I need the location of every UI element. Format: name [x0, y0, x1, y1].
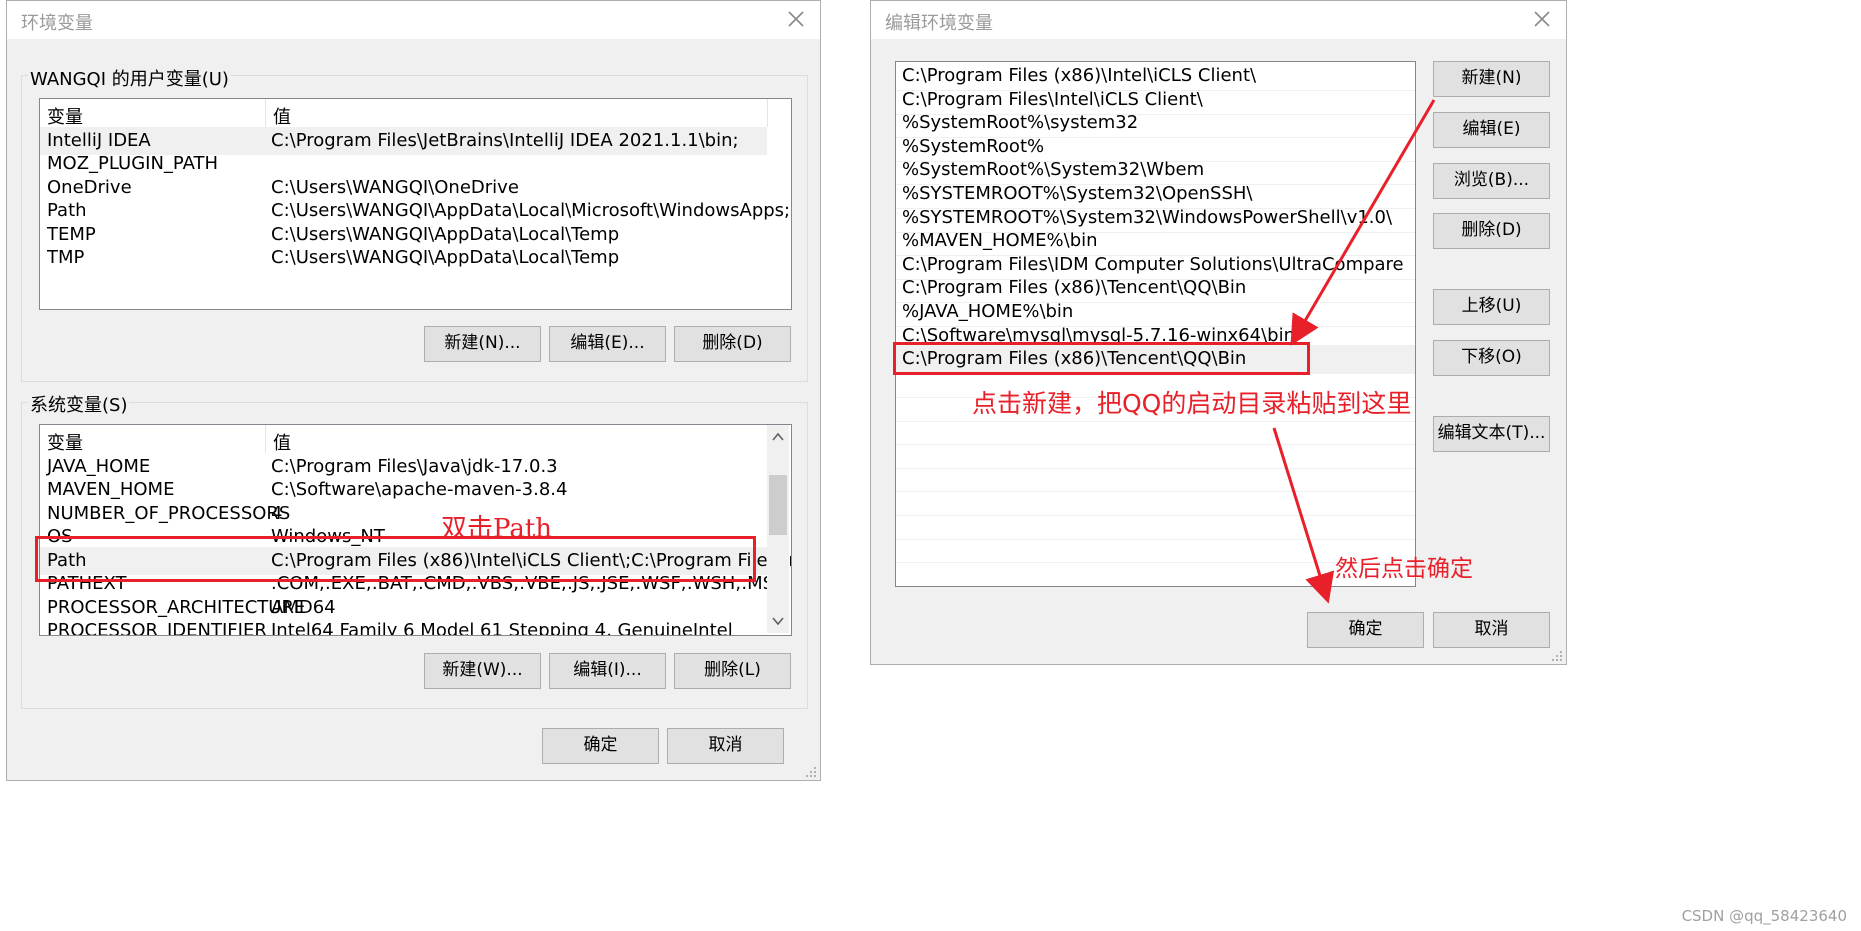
- var-name: NUMBER_OF_PROCESSORS: [47, 503, 291, 524]
- var-value: AMD64: [271, 597, 336, 618]
- ok-button[interactable]: 确定: [1307, 612, 1424, 648]
- scroll-down-icon[interactable]: [767, 609, 789, 633]
- user-var-row[interactable]: TMP C:\Users\WANGQI\AppData\Local\Temp: [40, 244, 767, 272]
- var-name: TMP: [47, 247, 85, 268]
- system-new-button[interactable]: 新建(W)...: [424, 653, 541, 689]
- user-vars-list[interactable]: 变量 值 IntelliJ IDEA C:\Program Files\JetB…: [39, 98, 792, 310]
- user-vars-header: 变量 值: [40, 99, 791, 129]
- var-value: C:\Users\WANGQI\OneDrive: [271, 177, 519, 198]
- ok-button[interactable]: 确定: [542, 728, 659, 764]
- column-name-header[interactable]: 变量: [47, 103, 83, 129]
- user-delete-button[interactable]: 删除(D): [674, 326, 791, 362]
- user-new-button[interactable]: 新建(N)...: [424, 326, 541, 362]
- new-entry-button[interactable]: 新建(N): [1433, 61, 1550, 97]
- system-vars-list[interactable]: 变量 值 JAVA_HOME C:\Program Files\Java\jdk…: [39, 424, 792, 636]
- var-value: C:\Users\WANGQI\AppData\Local\Temp: [271, 247, 620, 268]
- var-value: C:\Users\WANGQI\AppData\Local\Temp: [271, 224, 620, 245]
- edit-text-button[interactable]: 编辑文本(T)...: [1433, 416, 1550, 452]
- new-entry-highlight: [893, 342, 1310, 375]
- system-var-row[interactable]: PROCESSOR_IDENTIFIER Intel64 Family 6 Mo…: [40, 617, 767, 636]
- delete-entry-button[interactable]: 删除(D): [1433, 213, 1550, 249]
- resize-grip-icon[interactable]: [804, 764, 818, 778]
- close-icon[interactable]: [784, 7, 808, 31]
- var-value: 4: [271, 503, 283, 524]
- var-name: Path: [47, 200, 87, 221]
- var-value: C:\Users\WANGQI\AppData\Local\Microsoft\…: [271, 200, 791, 221]
- var-name: PROCESSOR_ARCHITECTURE: [47, 597, 306, 618]
- system-edit-button[interactable]: 编辑(I)...: [549, 653, 666, 689]
- var-name: TEMP: [47, 224, 96, 245]
- var-value: Intel64 Family 6 Model 61 Stepping 4, Ge…: [271, 620, 733, 636]
- column-value-header[interactable]: 值: [273, 429, 291, 455]
- var-value: C:\Software\apache-maven-3.8.4: [271, 479, 568, 500]
- click-new-annotation: 点击新建，把QQ的启动目录粘贴到这里: [972, 389, 1412, 418]
- var-value: C:\Program Files\JetBrains\IntelliJ IDEA…: [271, 130, 739, 151]
- resize-grip-icon[interactable]: [1550, 648, 1564, 662]
- env-vars-title: 环境变量: [21, 13, 93, 34]
- var-value: C:\Program Files\Java\jdk-17.0.3: [271, 456, 558, 477]
- double-click-path-annotation: 双击Path: [441, 514, 553, 544]
- env-vars-titlebar: 环境变量: [7, 1, 820, 39]
- path-entries-list[interactable]: C:\Program Files (x86)\Intel\iCLS Client…: [895, 61, 1416, 587]
- cancel-button[interactable]: 取消: [667, 728, 784, 764]
- browse-button[interactable]: 浏览(B)...: [1433, 163, 1550, 199]
- path-row-highlight: [35, 536, 756, 582]
- column-name-header[interactable]: 变量: [47, 429, 83, 455]
- edit-env-var-title: 编辑环境变量: [885, 13, 993, 34]
- close-icon[interactable]: [1530, 7, 1554, 31]
- click-ok-annotation: 然后点击确定: [1335, 556, 1473, 582]
- scrollbar-thumb[interactable]: [769, 475, 787, 535]
- edit-entry-button[interactable]: 编辑(E): [1433, 112, 1550, 148]
- user-edit-button[interactable]: 编辑(E)...: [549, 326, 666, 362]
- move-up-button[interactable]: 上移(U): [1433, 289, 1550, 325]
- system-delete-button[interactable]: 删除(L): [674, 653, 791, 689]
- var-name: OneDrive: [47, 177, 132, 198]
- system-vars-scrollbar[interactable]: [767, 425, 789, 633]
- cancel-button[interactable]: 取消: [1433, 612, 1550, 648]
- move-down-button[interactable]: 下移(O): [1433, 340, 1550, 376]
- var-name: MAVEN_HOME: [47, 479, 175, 500]
- var-name: PROCESSOR_IDENTIFIER: [47, 620, 267, 636]
- watermark: CSDN @qq_58423640: [1681, 907, 1847, 925]
- var-name: JAVA_HOME: [47, 456, 151, 477]
- user-vars-group-title: WANGQI 的用户变量(U): [28, 65, 231, 91]
- edit-env-var-titlebar: 编辑环境变量: [871, 1, 1566, 39]
- var-name: IntelliJ IDEA: [47, 130, 151, 151]
- scroll-up-icon[interactable]: [767, 425, 789, 449]
- var-name: MOZ_PLUGIN_PATH: [47, 153, 219, 174]
- system-vars-group-title: 系统变量(S): [28, 391, 130, 417]
- env-vars-dialog: 环境变量 WANGQI 的用户变量(U) 变量 值 IntelliJ IDEA …: [6, 0, 821, 781]
- system-vars-header: 变量 值: [40, 425, 791, 455]
- column-value-header[interactable]: 值: [273, 103, 291, 129]
